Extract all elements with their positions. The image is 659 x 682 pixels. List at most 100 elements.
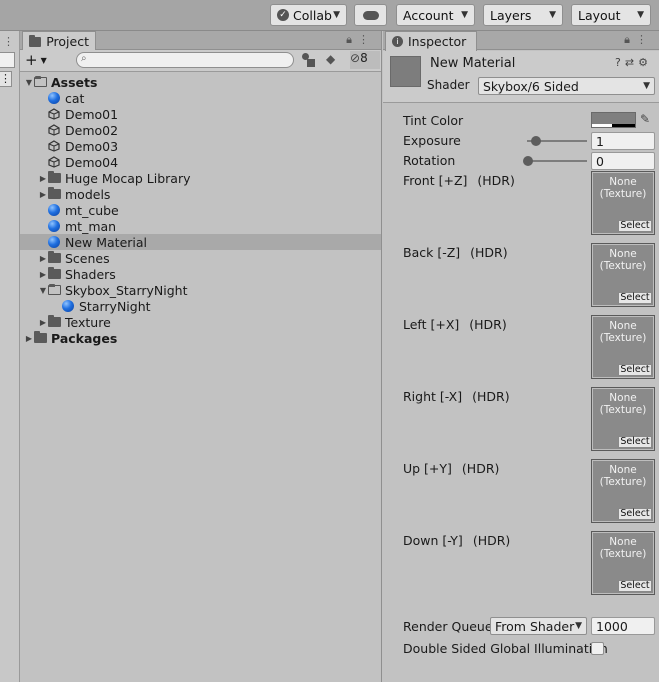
hdr-tag: (HDR) [470,245,508,260]
kebab-menu-icon[interactable]: ⋮ [636,33,653,46]
tree-item-label: Demo01 [65,106,119,122]
face-name: Up [+Y] [403,461,452,476]
tree-item[interactable]: ▶ Scenes [20,250,381,266]
tree-item[interactable]: ▼ Assets [20,74,381,90]
shader-dropdown[interactable]: Skybox/6 Sided ▼ [478,77,655,95]
exposure-slider-thumb[interactable] [531,136,541,146]
texture-slot[interactable]: None (Texture) Select [591,171,655,235]
search-input[interactable]: ⌕ [76,52,294,68]
face-name: Down [-Y] [403,533,463,548]
inspector-panel: i Inspector 🔒︎⋮ New Material ?⇄⚙ Shader … [383,31,659,682]
layout-dropdown[interactable]: Layout ▼ [571,4,651,26]
face-label: Down [-Y] (HDR) [403,533,510,548]
tree-item[interactable]: cat [20,90,381,106]
collapsed-arrow-icon[interactable]: ▶ [38,318,48,327]
texture-slot[interactable]: None (Texture) Select [591,387,655,451]
kebab-menu-icon[interactable]: ⋮ [0,71,12,87]
tree-item[interactable]: StarryNight [20,298,381,314]
layers-dropdown[interactable]: Layers ▼ [483,4,563,26]
collapsed-arrow-icon[interactable]: ▶ [38,254,48,263]
tree-item[interactable]: Demo01 [20,106,381,122]
tree-item[interactable]: New Material [20,234,381,250]
info-icon: i [392,36,403,47]
panel-controls: 🔒︎⋮ [346,33,375,47]
tree-item[interactable]: mt_man [20,218,381,234]
texture-slot[interactable]: None (Texture) Select [591,243,655,307]
texture-type-text: (Texture) [599,260,647,272]
double-sided-gi-checkbox[interactable] [591,642,604,655]
tree-item[interactable]: Demo02 [20,122,381,138]
double-sided-gi-label: Double Sided Global Illumination [403,641,608,656]
cloud-button[interactable] [354,4,387,26]
texture-select-button[interactable]: Select [618,436,652,448]
hidden-packages-button[interactable]: ⊘8 [350,51,380,69]
lock-icon[interactable]: 🔒︎ [624,33,636,46]
texture-type-text: (Texture) [599,332,647,344]
collab-button[interactable]: ✓ Collab ▼ [270,4,347,26]
unity-scene-icon [48,156,60,168]
header-icons: ?⇄⚙ [615,56,652,69]
texture-slot[interactable]: None (Texture) Select [591,459,655,523]
texture-select-button[interactable]: Select [618,508,652,520]
unity-scene-icon [48,124,60,136]
hdr-tag: (HDR) [477,173,515,188]
expanded-arrow-icon[interactable]: ▼ [38,286,48,295]
face-name: Left [+X] [403,317,460,332]
tree-item[interactable]: ▼ Skybox_StarryNight [20,282,381,298]
collapsed-arrow-icon[interactable]: ▶ [24,334,34,343]
texture-slot[interactable]: None (Texture) Select [591,531,655,595]
tint-color-label: Tint Color [403,113,464,128]
texture-none-text: None [609,176,637,188]
collapsed-arrow-icon[interactable]: ▶ [38,174,48,183]
texture-select-button[interactable]: Select [618,364,652,376]
filter-by-label-button[interactable]: ◆ [326,52,340,68]
create-button[interactable]: + ▼ [25,51,55,69]
collapsed-arrow-icon[interactable]: ▶ [38,190,48,199]
tree-item[interactable]: Demo04 [20,154,381,170]
texture-none-text: None [609,464,637,476]
inspector-tabbar: i Inspector 🔒︎⋮ [383,31,659,51]
render-queue-input[interactable]: 1000 [591,617,655,635]
tree-item-label: Skybox_StarryNight [65,282,188,298]
kebab-menu-icon[interactable]: ⋮ [3,35,14,48]
shader-value: Skybox/6 Sided [483,78,579,94]
tree-item[interactable]: ▶ Packages [20,330,381,346]
collapsed-search-field[interactable] [0,52,15,68]
tree-item[interactable]: ▶ Huge Mocap Library [20,170,381,186]
tint-color-swatch[interactable] [591,112,636,128]
tab-project[interactable]: Project [22,31,96,51]
rotation-input[interactable]: 0 [591,152,655,170]
tab-inspector[interactable]: i Inspector [385,31,477,51]
texture-select-button[interactable]: Select [618,292,652,304]
tree-item[interactable]: ▶ Shaders [20,266,381,282]
rotation-slider-thumb[interactable] [523,156,533,166]
open-folder-icon [34,76,47,87]
exposure-input[interactable]: 1 [591,132,655,150]
collapsed-arrow-icon[interactable]: ▶ [38,270,48,279]
shader-label: Shader [427,78,470,92]
face-label: Left [+X] (HDR) [403,317,507,332]
presets-icon[interactable]: ⇄ [625,56,638,69]
kebab-menu-icon[interactable]: ⋮ [358,33,375,46]
material-preview-swatch [390,56,421,87]
tree-item[interactable]: ▶ Texture [20,314,381,330]
gear-icon[interactable]: ⚙ [638,56,652,69]
help-icon[interactable]: ? [615,56,625,69]
account-dropdown[interactable]: Account ▼ [396,4,475,26]
account-label: Account [403,7,454,23]
texture-slot[interactable]: None (Texture) Select [591,315,655,379]
texture-select-button[interactable]: Select [618,580,652,592]
tree-item[interactable]: Demo03 [20,138,381,154]
tree-item[interactable]: mt_cube [20,202,381,218]
tree-item[interactable]: ▶ models [20,186,381,202]
render-queue-dropdown[interactable]: From Shader ▼ [490,617,587,635]
folder-icon [48,187,61,199]
render-queue-label: Render Queue [403,619,493,634]
lock-icon[interactable]: 🔒︎ [346,33,358,46]
rotation-slider-track[interactable] [527,160,587,162]
eyedropper-icon[interactable]: ✎ [640,112,650,126]
filter-by-type-button[interactable] [302,53,316,67]
expanded-arrow-icon[interactable]: ▼ [24,78,34,87]
texture-select-button[interactable]: Select [618,220,652,232]
texture-none-text: None [609,392,637,404]
